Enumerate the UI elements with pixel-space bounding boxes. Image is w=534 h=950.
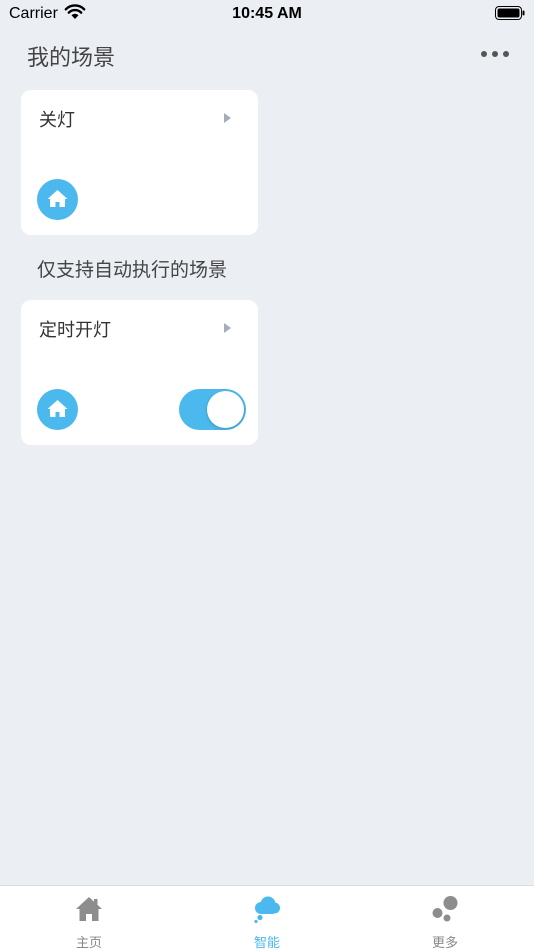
page-title: 我的场景 bbox=[27, 46, 116, 71]
more-dots-icon bbox=[481, 51, 487, 57]
scene-card[interactable]: 定时开灯 bbox=[21, 300, 258, 445]
tab-label: 智能 bbox=[253, 936, 280, 950]
tab-more[interactable]: 更多 bbox=[356, 886, 534, 950]
scene-title: 关灯 bbox=[39, 110, 75, 131]
toggle-knob[interactable] bbox=[207, 391, 244, 428]
section-label: 仅支持自动执行的场景 bbox=[37, 259, 228, 281]
arrow-right-icon[interactable] bbox=[221, 320, 233, 336]
more-dots-icon bbox=[492, 51, 498, 57]
bubbles-tab-icon bbox=[432, 896, 458, 922]
tab-label: 更多 bbox=[431, 936, 458, 950]
arrow-right-icon[interactable] bbox=[221, 110, 233, 126]
more-button[interactable] bbox=[478, 42, 512, 66]
tab-home[interactable]: 主页 bbox=[0, 886, 178, 950]
tab-bar: 主页 智能 更多 bbox=[0, 885, 534, 950]
tab-label: 主页 bbox=[75, 936, 102, 950]
more-dots-icon bbox=[503, 51, 509, 57]
scene-card[interactable]: 关灯 bbox=[21, 90, 258, 235]
home-icon bbox=[37, 179, 78, 220]
battery-icon bbox=[495, 6, 525, 20]
home-icon bbox=[37, 389, 78, 430]
cloud-tab-icon bbox=[254, 896, 280, 924]
status-bar: Carrier 10:45 AM bbox=[0, 0, 534, 28]
scene-toggle[interactable] bbox=[179, 389, 246, 430]
home-tab-icon bbox=[76, 897, 102, 921]
clock: 10:45 AM bbox=[232, 5, 302, 22]
scene-title: 定时开灯 bbox=[39, 320, 111, 341]
tab-smart[interactable]: 智能 bbox=[178, 886, 356, 950]
